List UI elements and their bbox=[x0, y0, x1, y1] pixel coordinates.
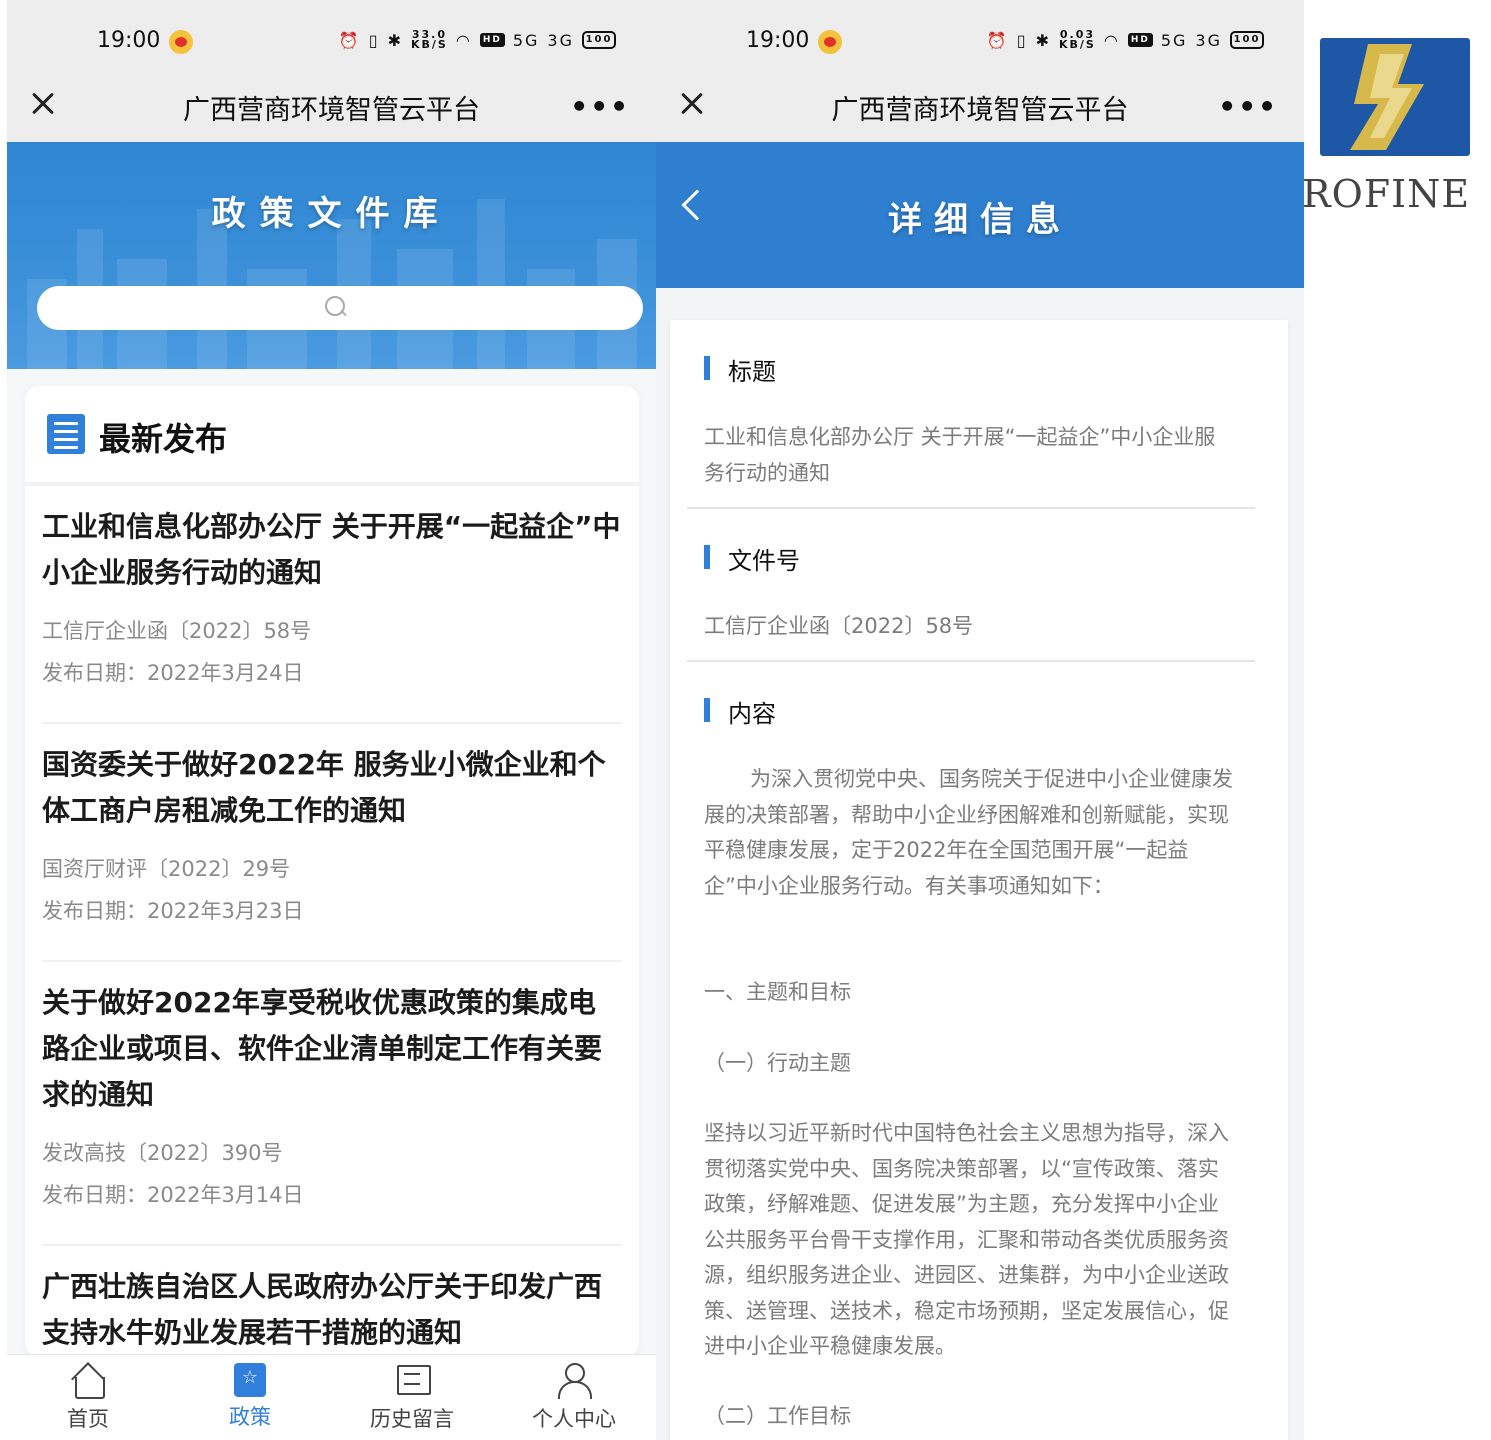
wifi-icon: ◠ bbox=[455, 30, 472, 50]
policy-date: 发布日期：2022年3月24日 bbox=[42, 661, 304, 685]
tab-label: 政策 bbox=[229, 1405, 271, 1429]
status-time: 19:00 bbox=[746, 28, 810, 53]
hd-icon: HD bbox=[479, 33, 505, 47]
tab-label: 首页 bbox=[67, 1407, 109, 1431]
status-bar: 19:00 ⏰ ▯ ✱ 0.03 KB/S ◠ HD 5G 3G 100 bbox=[656, 0, 1304, 80]
app-title-bar: 广西营商环境智管云平台 ••• bbox=[656, 70, 1304, 142]
policy-doc-number: 发改高技〔2022〕390号 bbox=[42, 1141, 283, 1165]
title-value: 工业和信息化部办公厅 关于开展“一起益企”中小企业服务行动的通知 bbox=[704, 425, 1216, 485]
app-title: 广西营商环境智管云平台 bbox=[831, 95, 1129, 126]
battery-icon: 100 bbox=[1230, 31, 1264, 49]
signal-3g-icon: 3G bbox=[1195, 30, 1222, 50]
detail-banner: 详细信息 bbox=[656, 142, 1304, 288]
policy-list-item[interactable]: 国资委关于做好2022年 服务业小微企业和个体工商户房租减免工作的通知 国资厅财… bbox=[42, 724, 622, 962]
bluetooth-icon: ✱ bbox=[387, 30, 403, 50]
battery-icon: 100 bbox=[582, 31, 616, 49]
policy-title[interactable]: 关于做好2022年享受税收优惠政策的集成电路企业或项目、软件企业清单制定工作有关… bbox=[42, 962, 622, 1118]
signal-5g-icon: 5G bbox=[1160, 30, 1188, 50]
policy-list-item[interactable]: 工业和信息化部办公厅 关于开展“一起益企”中小企业服务行动的通知 工信厅企业函〔… bbox=[42, 486, 622, 724]
logo-mark bbox=[1350, 44, 1424, 150]
content-section-label: 内容 bbox=[704, 694, 776, 729]
alarm-icon: ⏰ bbox=[986, 30, 1009, 50]
policy-title[interactable]: 国资委关于做好2022年 服务业小微企业和个体工商户房租减免工作的通知 bbox=[42, 724, 622, 834]
home-icon bbox=[70, 1363, 106, 1399]
list-header: 最新发布 bbox=[25, 386, 639, 486]
policy-detail-screen: 19:00 ⏰ ▯ ✱ 0.03 KB/S ◠ HD 5G 3G 100 广西营商… bbox=[656, 0, 1304, 1440]
policy-library-screen: 19:00 ⏰ ▯ ✱ 33.0 KB/S ◠ HD 5G 3G 100 广西营商… bbox=[7, 0, 656, 1440]
signal-3g-icon: 3G bbox=[547, 30, 574, 50]
policy-list-item[interactable]: 广西壮族自治区人民政府办公厅关于印发广西支持水牛奶业发展若干措施的通知 bbox=[42, 1246, 622, 1356]
more-icon[interactable]: ••• bbox=[570, 90, 630, 123]
network-speed: 0.03 KB/S bbox=[1059, 28, 1096, 51]
page-title: 详细信息 bbox=[888, 200, 1072, 240]
tab-label: 历史留言 bbox=[370, 1407, 454, 1431]
content-heading: 一、主题和目标 bbox=[704, 980, 851, 1004]
policy-title[interactable]: 广西壮族自治区人民政府办公厅关于印发广西支持水牛奶业发展若干措施的通知 bbox=[42, 1246, 622, 1356]
policy-doc-number: 工信厅企业函〔2022〕58号 bbox=[42, 619, 312, 643]
search-icon bbox=[325, 296, 347, 318]
user-icon bbox=[556, 1363, 592, 1399]
vibrate-icon: ▯ bbox=[368, 30, 380, 50]
bluetooth-icon: ✱ bbox=[1035, 30, 1051, 50]
detail-card: 标题 工业和信息化部办公厅 关于开展“一起益企”中小企业服务行动的通知 文件号 … bbox=[670, 320, 1288, 1440]
signal-5g-icon: 5G bbox=[512, 30, 540, 50]
tab-profile[interactable]: 个人中心 bbox=[519, 1363, 629, 1433]
status-icons: ⏰ ▯ ✱ 33.0 KB/S ◠ HD 5G 3G 100 bbox=[338, 28, 616, 51]
policy-list-item[interactable]: 关于做好2022年享受税收优惠政策的集成电路企业或项目、软件企业清单制定工作有关… bbox=[42, 962, 622, 1246]
search-input[interactable] bbox=[37, 286, 643, 330]
divider bbox=[687, 507, 1255, 509]
divider bbox=[687, 660, 1255, 662]
title-section-label: 标题 bbox=[704, 352, 776, 387]
more-icon[interactable]: ••• bbox=[1218, 90, 1278, 123]
logo-emblem bbox=[1320, 38, 1470, 156]
section-title: 最新发布 bbox=[99, 420, 228, 458]
content-subheading: （一）行动主题 bbox=[704, 1051, 851, 1075]
tab-label: 个人中心 bbox=[532, 1407, 616, 1431]
page-title: 政策文件库 bbox=[211, 194, 452, 234]
app-title-bar: 广西营商环境智管云平台 ••• bbox=[7, 70, 656, 142]
tab-home[interactable]: 首页 bbox=[33, 1363, 143, 1433]
vibrate-icon: ▯ bbox=[1016, 30, 1028, 50]
tab-policy[interactable]: 政策 bbox=[195, 1363, 305, 1431]
policy-banner: 政策文件库 bbox=[7, 142, 656, 369]
status-time: 19:00 bbox=[97, 28, 161, 53]
status-bar: 19:00 ⏰ ▯ ✱ 33.0 KB/S ◠ HD 5G 3G 100 bbox=[7, 0, 656, 80]
wifi-icon: ◠ bbox=[1103, 30, 1120, 50]
document-list-icon bbox=[47, 414, 85, 454]
app-title: 广西营商环境智管云平台 bbox=[183, 95, 480, 126]
tab-history-messages[interactable]: 历史留言 bbox=[357, 1363, 467, 1433]
latest-policy-card: 最新发布 工业和信息化部办公厅 关于开展“一起益企”中小企业服务行动的通知 工信… bbox=[25, 386, 639, 1356]
hd-icon: HD bbox=[1127, 33, 1153, 47]
weibo-icon bbox=[169, 30, 193, 54]
rofine-logo: ROFINE bbox=[1302, 0, 1491, 230]
content-intro: 为深入贯彻党中央、国务院关于促进中小企业健康发展的决策部署，帮助中小企业纾困解难… bbox=[704, 767, 1233, 898]
bottom-tab-bar: 首页 政策 历史留言 个人中心 bbox=[7, 1354, 656, 1440]
message-icon bbox=[394, 1363, 431, 1399]
network-speed: 33.0 KB/S bbox=[411, 28, 448, 51]
policy-doc-number: 国资厅财评〔2022〕29号 bbox=[42, 857, 291, 881]
policy-icon bbox=[234, 1363, 266, 1397]
alarm-icon: ⏰ bbox=[338, 30, 361, 50]
policy-date: 发布日期：2022年3月14日 bbox=[42, 1183, 304, 1207]
logo-text: ROFINE bbox=[1302, 172, 1471, 216]
status-icons: ⏰ ▯ ✱ 0.03 KB/S ◠ HD 5G 3G 100 bbox=[986, 28, 1264, 51]
weibo-icon bbox=[818, 30, 842, 54]
policy-title[interactable]: 工业和信息化部办公厅 关于开展“一起益企”中小企业服务行动的通知 bbox=[42, 486, 622, 596]
content-paragraph: 坚持以习近平新时代中国特色社会主义思想为指导，深入贯彻落实党中央、国务院决策部署… bbox=[704, 1121, 1229, 1358]
doc-number-value: 工信厅企业函〔2022〕58号 bbox=[704, 614, 974, 638]
doc-number-section-label: 文件号 bbox=[704, 541, 800, 576]
content-subheading: （二）工作目标 bbox=[704, 1404, 851, 1428]
policy-date: 发布日期：2022年3月23日 bbox=[42, 899, 304, 923]
